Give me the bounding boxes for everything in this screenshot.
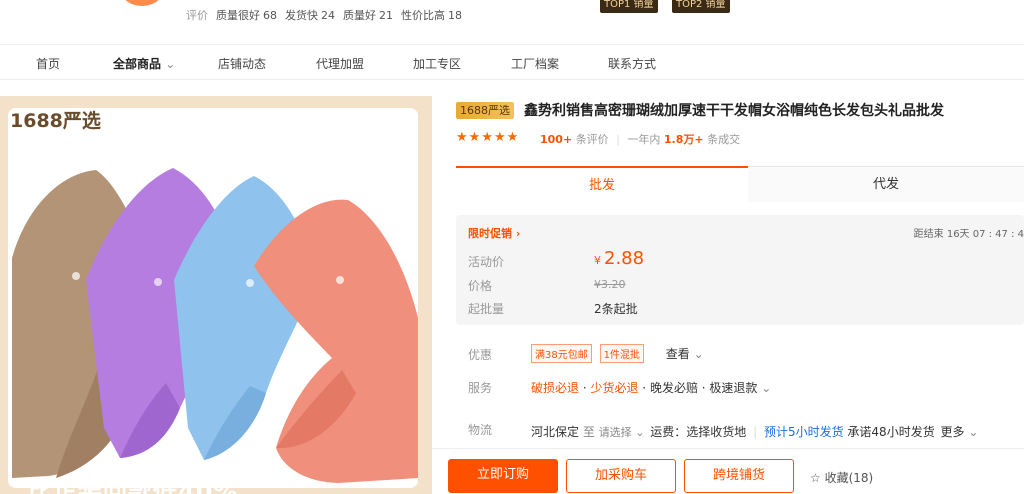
offers-label: 优惠	[468, 348, 493, 362]
star-icon: ★	[468, 130, 481, 145]
star-icon: ★	[456, 130, 468, 145]
activity-price-label: 活动价	[468, 255, 505, 269]
sales-summary: 100+ 条评价 | 一年内 1.8万+ 条成交	[540, 133, 741, 146]
image-yanxuan-tag: 1688严选	[10, 110, 101, 132]
buy-now-button[interactable]: 立即订购	[448, 459, 558, 493]
image-banner-text: 比正装回款低40%	[28, 478, 239, 494]
service-late-compensation: 晚发必赔	[649, 381, 698, 395]
product-image[interactable]: 1688严选 比正装回款低40%	[0, 96, 432, 494]
view-offers-link[interactable]: 查看 ⌄	[666, 347, 704, 361]
offers-row: 满38元包邮 1件混批 查看 ⌄	[531, 344, 704, 363]
nav-processing[interactable]: 加工专区	[413, 55, 461, 72]
star-icon: ★	[481, 130, 493, 145]
year-label: 一年内	[627, 133, 661, 146]
cross-border-button[interactable]: 跨境铺货	[684, 459, 794, 493]
countdown: 距结束 16天 07 : 47 : 4	[913, 229, 1024, 240]
logistics-row: 河北保定 至 请选择 ⌄ 运费：选择收货地 | 预计5小时发货 承诺48小时发货…	[531, 425, 979, 439]
chevron-down-icon: ⌄	[761, 381, 772, 395]
original-price: ¥3.20	[594, 278, 626, 291]
coupon-mixed-batch[interactable]: 1件混批	[599, 344, 644, 363]
shop-nav: 首页 全部商品 ⌄ 店铺动态 代理加盟 加工专区 工厂档案 联系方式	[0, 44, 1024, 80]
nav-contact[interactable]: 联系方式	[608, 55, 656, 72]
rating-tag[interactable]: 质量好 21	[343, 7, 393, 23]
nav-factory[interactable]: 工厂档案	[511, 55, 559, 72]
sold-label: 条成交	[707, 133, 741, 146]
shop-logo[interactable]	[122, 0, 162, 6]
freight-info: 运费：选择收货地	[650, 425, 747, 439]
towel-photo	[8, 108, 418, 488]
logistics-more[interactable]: 更多 ⌄	[941, 425, 979, 439]
original-price-label: 价格	[468, 279, 493, 293]
service-shortage-refund: 少货必退	[590, 381, 639, 395]
moq-value: 2条起批	[594, 302, 638, 316]
rating-tags: 评价 质量很好 68 发货快 24 质量好 21 性价比高 18	[186, 7, 462, 23]
activity-price: ¥2.88	[594, 248, 645, 269]
ship-promise: 承诺48小时发货	[847, 425, 935, 439]
favorite-button[interactable]: ☆ 收藏(18)	[810, 469, 873, 486]
service-row[interactable]: 破损必退 · 少货必退 · 晚发必赔 · 极速退款 ⌄	[531, 379, 771, 396]
review-label: 条评价	[575, 133, 609, 146]
nav-home[interactable]: 首页	[36, 55, 60, 72]
sold-count: 1.8万+	[663, 133, 704, 146]
nav-all-products[interactable]: 全部商品 ⌄	[113, 55, 175, 72]
chevron-down-icon: ⌄	[165, 57, 176, 71]
top2-sales-badge: TOP2 销量	[672, 0, 730, 13]
logistics-label: 物流	[468, 423, 493, 437]
destination-select[interactable]: 请选择 ⌄	[599, 426, 645, 439]
purchase-tabs: 批发 代发	[456, 166, 1024, 202]
hair-towels-illustration	[8, 108, 418, 488]
chevron-down-icon: ⌄	[968, 425, 979, 439]
tab-dropship[interactable]: 代发	[748, 166, 1024, 202]
service-label: 服务	[468, 381, 493, 395]
nav-shop-news[interactable]: 店铺动态	[218, 55, 266, 72]
chevron-right-icon: ›	[515, 227, 521, 240]
yanxuan-badge: 1688严选	[456, 102, 514, 119]
chevron-down-icon: ⌄	[693, 347, 704, 361]
product-title: 鑫势利销售高密珊瑚绒加厚速干干发帽女浴帽纯色长发包头礼品批发	[524, 103, 944, 119]
tab-wholesale[interactable]: 批发	[456, 166, 748, 202]
chevron-down-icon: ⌄	[635, 426, 645, 439]
star-icon: ★	[506, 130, 519, 145]
rating-tag[interactable]: 质量很好 68	[216, 7, 277, 23]
nav-agent[interactable]: 代理加盟	[316, 55, 364, 72]
service-fast-refund: 极速退款	[709, 381, 758, 395]
rating-stars[interactable]: ★ ★ ★ ★ ★	[456, 130, 518, 145]
ship-origin: 河北保定	[531, 425, 580, 439]
product-detail: 1688严选 鑫势利销售高密珊瑚绒加厚速干干发帽女浴帽纯色长发包头礼品批发 ★ …	[448, 96, 1024, 494]
star-outline-icon: ☆	[810, 471, 821, 485]
rating-tag[interactable]: 性价比高 18	[401, 7, 462, 23]
add-to-cart-button[interactable]: 加采购车	[566, 459, 676, 493]
price-panel: 限时促销 › 距结束 16天 07 : 47 : 4 活动价 ¥2.88 价格 …	[456, 215, 1024, 325]
ship-estimate: 预计5小时发货	[763, 425, 844, 439]
promo-label[interactable]: 限时促销 ›	[468, 225, 520, 241]
coupon-free-shipping[interactable]: 满38元包邮	[531, 344, 592, 363]
moq-label: 起批量	[468, 302, 505, 316]
top1-sales-badge: TOP1 销量	[600, 0, 658, 13]
shop-header: 评价 质量很好 68 发货快 24 质量好 21 性价比高 18 TOP1 销量 TOP…	[0, 0, 1024, 44]
service-damage-refund: 破损必退	[531, 381, 580, 395]
rating-label: 评价	[186, 9, 208, 22]
star-icon: ★	[493, 130, 506, 145]
action-bar: 立即订购 加采购车 跨境铺货 ☆ 收藏(18)	[432, 448, 1024, 494]
rating-tag[interactable]: 发货快 24	[285, 7, 335, 23]
product-page: 评价 质量很好 68 发货快 24 质量好 21 性价比高 18 TOP1 销量 TOP…	[0, 0, 1024, 494]
review-count[interactable]: 100+	[540, 133, 572, 146]
